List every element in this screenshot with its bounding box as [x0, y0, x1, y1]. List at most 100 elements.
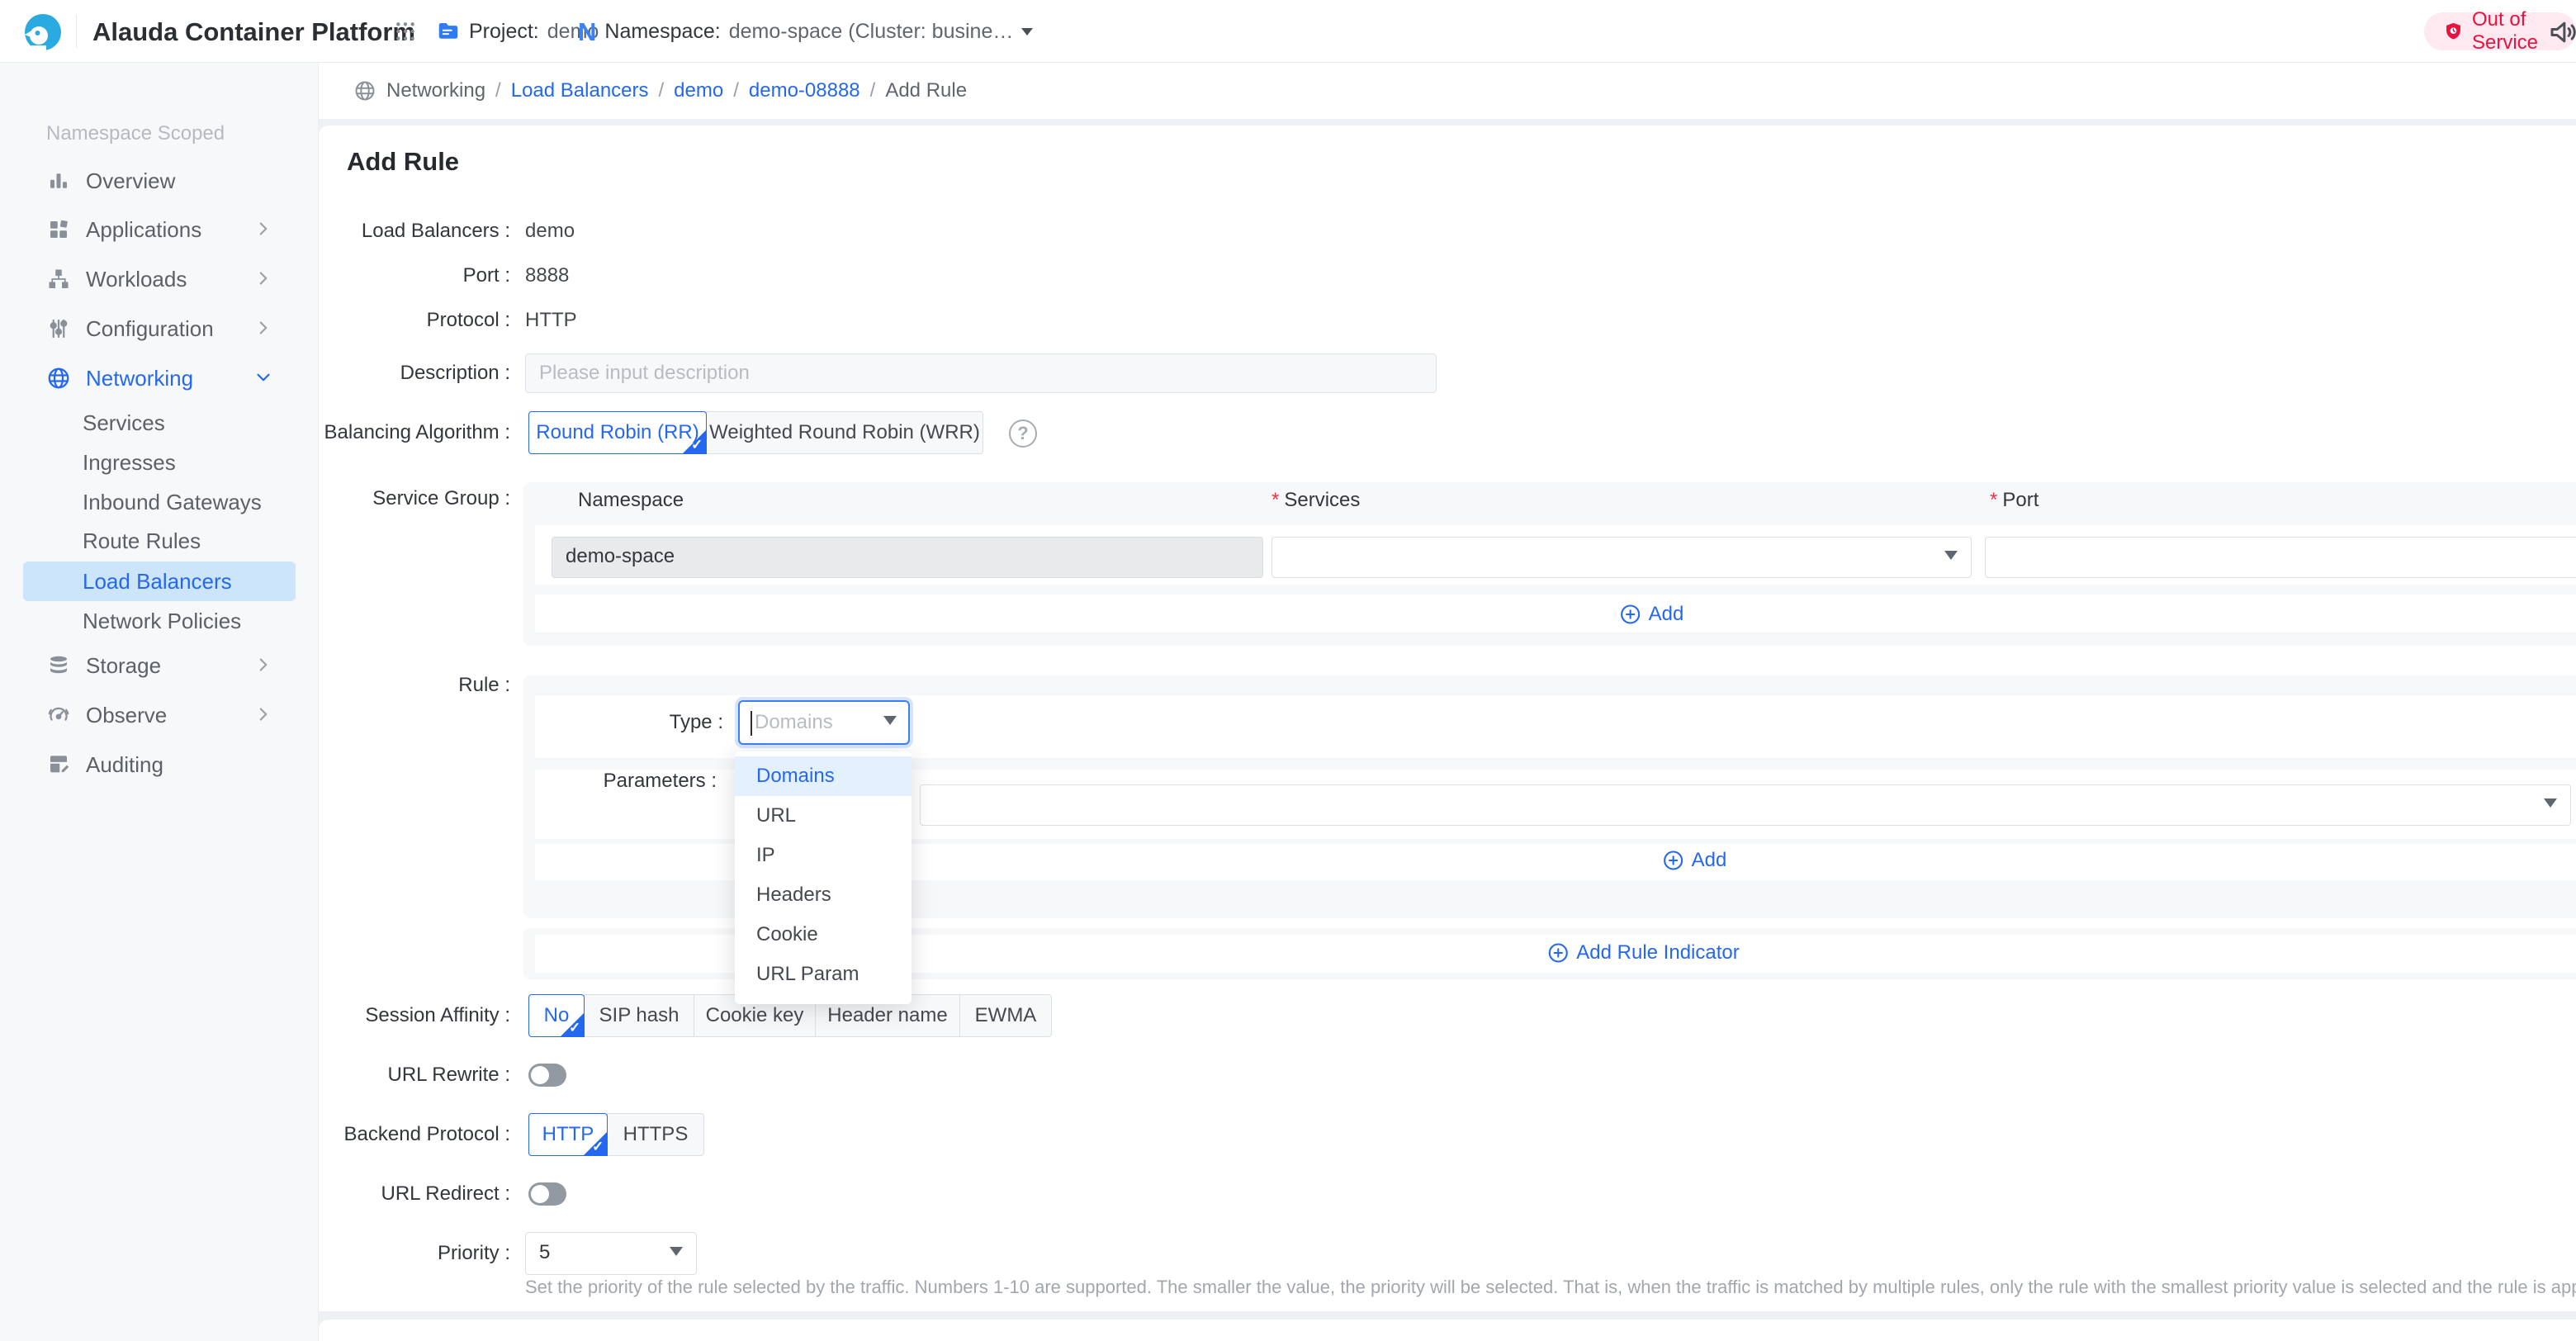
rule-type-dropdown-menu: Domains URL IP Headers Cookie URL Param [735, 751, 912, 1004]
column-header-port: *Port [1990, 489, 2039, 512]
add-rule-indicator-button[interactable]: Add Rule Indicator [1546, 941, 1739, 964]
sidebar-item-observe[interactable]: Observe [0, 692, 319, 738]
plus-circle-icon [1619, 603, 1642, 626]
add-label: Add [1649, 603, 1684, 626]
session-option-sip-hash[interactable]: SIP hash [584, 994, 694, 1037]
sidebar-item-services[interactable]: Services [0, 403, 319, 443]
menu-option-ip[interactable]: IP [735, 836, 912, 875]
chevron-right-icon [253, 268, 274, 289]
sidebar-item-load-balancers[interactable]: Load Balancers [23, 562, 296, 601]
audit-log-icon [46, 752, 71, 777]
chevron-right-icon [253, 654, 274, 675]
menu-option-domains[interactable]: Domains [735, 756, 912, 796]
sitemap-icon [46, 267, 71, 291]
url-rewrite-toggle[interactable] [528, 1064, 566, 1087]
namespace-value: demo-space (Cluster: busine… [729, 20, 1014, 44]
menu-option-url[interactable]: URL [735, 796, 912, 836]
sidebar-item-auditing[interactable]: Auditing [0, 742, 319, 788]
project-label: Project: [469, 20, 539, 44]
sidebar-item-configuration[interactable]: Configuration [0, 306, 319, 352]
chevron-down-icon [253, 367, 274, 388]
chevron-down-icon [1944, 551, 1958, 566]
url-redirect-label: URL Redirect : [319, 1181, 510, 1207]
breadcrumb-item-demo-08888[interactable]: demo-08888 [749, 79, 860, 102]
session-affinity-label: Session Affinity : [319, 1002, 510, 1029]
shield-alert-icon [2442, 21, 2465, 43]
service-group-add-row [535, 595, 2576, 633]
sidebar-item-networking[interactable]: Networking [0, 355, 319, 401]
option-label: SIP hash [599, 1004, 680, 1027]
breadcrumb-item: Networking [386, 79, 485, 102]
column-header-services: *Services [1271, 489, 1360, 512]
help-icon[interactable]: ? [1009, 419, 1037, 448]
chevron-right-icon [253, 317, 274, 339]
menu-option-cookie[interactable]: Cookie [735, 915, 912, 955]
breadcrumb-separator: / [870, 79, 876, 102]
sidebar-item-overview[interactable]: Overview [0, 158, 319, 204]
page-title: Add Rule [347, 147, 459, 177]
session-option-no[interactable]: No [528, 994, 585, 1037]
breadcrumb-item-load-balancers[interactable]: Load Balancers [511, 79, 649, 102]
divider [76, 15, 77, 48]
main-content: Networking / Load Balancers / demo / dem… [319, 63, 2576, 1341]
breadcrumb-separator: / [495, 79, 501, 102]
sidebar-item-applications[interactable]: Applications [0, 206, 319, 253]
url-redirect-toggle[interactable] [528, 1182, 566, 1206]
session-option-ewma[interactable]: EWMA [959, 994, 1052, 1037]
sidebar-item-label: Workloads [86, 267, 187, 292]
description-input[interactable] [525, 353, 1437, 393]
menu-option-headers[interactable]: Headers [735, 875, 912, 915]
namespace-switcher[interactable]: N Namespace: demo-space (Cluster: busine… [578, 0, 1033, 63]
balancing-option-rr[interactable]: Round Robin (RR) [528, 411, 707, 454]
status-badge-label: Out of Service [2472, 8, 2558, 54]
globe-icon [46, 366, 71, 391]
service-group-add-button[interactable]: Add [1619, 603, 1684, 626]
menu-option-url-param[interactable]: URL Param [735, 955, 912, 994]
rule-type-label: Type : [532, 709, 723, 736]
sidebar-item-ingresses[interactable]: Ingresses [0, 443, 319, 482]
breadcrumb-item-demo[interactable]: demo [674, 79, 723, 102]
chevron-down-icon [883, 716, 897, 732]
chevron-down-icon [1021, 28, 1033, 41]
project-switcher[interactable]: Project: demo [436, 0, 599, 63]
protocol-label: Protocol : [319, 307, 510, 334]
services-select[interactable] [1271, 537, 1972, 578]
sidebar-item-label: Network Policies [83, 609, 241, 634]
required-marker: * [1271, 489, 1279, 511]
namespace-field[interactable]: demo-space [552, 537, 1263, 578]
sidebar-item-storage[interactable]: Storage [0, 642, 319, 689]
plus-circle-icon [1662, 849, 1685, 872]
port-field[interactable] [1985, 537, 2576, 578]
rule-type-placeholder: Domains [755, 711, 833, 734]
selected-check-icon [682, 429, 707, 454]
sidebar-item-route-rules[interactable]: Route Rules [0, 521, 319, 561]
backend-option-https[interactable]: HTTPS [607, 1113, 704, 1156]
sidebar-item-network-policies[interactable]: Network Policies [0, 601, 319, 641]
sidebar-item-inbound-gateways[interactable]: Inbound Gateways [0, 482, 319, 522]
rule-add-button[interactable]: Add [1662, 849, 1727, 872]
backend-protocol-label: Backend Protocol : [319, 1121, 510, 1148]
option-label: EWMA [975, 1004, 1037, 1027]
chevron-right-icon [253, 704, 274, 725]
breadcrumb-separator: / [659, 79, 665, 102]
load-balancers-value: demo [525, 218, 575, 244]
sidebar-item-workloads[interactable]: Workloads [0, 256, 319, 302]
app-launcher-icon[interactable] [395, 21, 416, 42]
sidebar-item-label: Storage [86, 653, 161, 679]
balancing-option-wrr[interactable]: Weighted Round Robin (WRR) [706, 411, 983, 454]
chevron-down-icon [670, 1247, 683, 1263]
project-icon [436, 19, 461, 44]
backend-option-http[interactable]: HTTP [528, 1113, 608, 1156]
option-label: HTTPS [623, 1123, 689, 1146]
sidebar-item-label: Configuration [86, 316, 214, 342]
priority-select[interactable]: 5 [525, 1232, 697, 1275]
rule-parameters-select[interactable] [920, 784, 2571, 826]
text-cursor [751, 711, 752, 736]
announcement-icon[interactable] [2546, 15, 2576, 50]
column-header-namespace: Namespace [578, 489, 684, 512]
app-header: Alauda Container Platform Project: demo … [0, 0, 2576, 63]
alauda-logo [23, 12, 63, 52]
rule-type-select[interactable]: Domains [738, 700, 910, 745]
apps-icon [46, 217, 71, 242]
namespace-icon: N [578, 19, 596, 45]
